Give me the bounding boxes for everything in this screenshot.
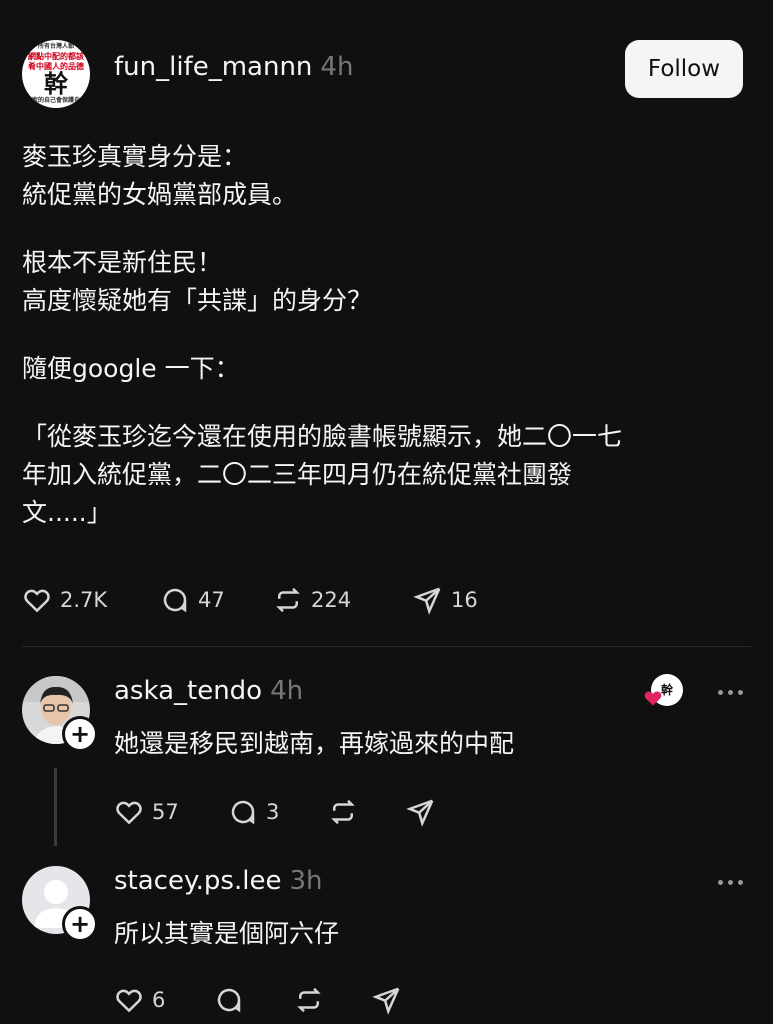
post-line: 文.....」: [22, 498, 112, 527]
share-button[interactable]: [406, 797, 436, 827]
like-count: 6: [152, 988, 166, 1012]
share-button[interactable]: [372, 985, 402, 1015]
comment-button[interactable]: 3: [228, 797, 328, 827]
post-paragraph: 麥玉珍真實身分是： 統促黨的女媧黨部成員。: [22, 138, 742, 214]
post-action-bar: 2.7K 47 224 16: [22, 585, 478, 615]
author-info: fun_life_mannn 4h: [114, 52, 353, 82]
comment-count: 3: [266, 800, 280, 824]
post-paragraph: 根本不是新住民！ 高度懷疑她有「共諜」的身分？: [22, 244, 742, 320]
avatar-text-5: 國家的自己會保護自己: [25, 97, 86, 104]
repost-button[interactable]: [328, 797, 406, 827]
repost-button[interactable]: [294, 985, 372, 1015]
post-line: 高度懷疑她有「共諜」的身分？: [22, 286, 373, 315]
avatar-text-2: 網點中配的都該: [28, 52, 84, 61]
author-avatar[interactable]: 所有台灣人都 網點中配的都該 肴中國人的品德 幹 國家的自己會保護自己: [22, 40, 90, 108]
comment-count: 47: [198, 588, 225, 612]
divider: [22, 646, 751, 647]
thread-line: [54, 768, 57, 846]
heart-icon: [116, 801, 142, 825]
avatar-text-4: 幹: [44, 70, 68, 98]
repost-icon: [297, 987, 321, 1013]
comment-button[interactable]: 47: [160, 585, 273, 615]
post-paragraph: 「從麥玉珍迄今還在使用的臉書帳號顯示，她二〇一七 年加入統促黨，二〇二三年四月仍…: [22, 418, 742, 532]
send-icon: [406, 799, 434, 827]
more-options-icon[interactable]: [718, 880, 743, 885]
follow-plus-icon[interactable]: +: [62, 906, 98, 942]
reply-text: 所以其實是個阿六仔: [114, 919, 340, 948]
avatar-text-1: 所有台灣人都: [37, 43, 74, 50]
post-paragraph: 隨便google 一下：: [22, 350, 742, 388]
post-time: 4h: [320, 52, 354, 82]
repost-count: 224: [311, 588, 352, 612]
heart-icon: [116, 989, 142, 1013]
reply-author-info: stacey.ps.lee 3h: [114, 866, 322, 896]
like-button[interactable]: 2.7K: [22, 585, 160, 615]
heart-icon: [24, 589, 50, 613]
reply-username[interactable]: aska_tendo: [114, 676, 262, 706]
post-line: 隨便google 一下：: [22, 354, 240, 383]
post-body: 麥玉珍真實身分是： 統促黨的女媧黨部成員。 根本不是新住民！ 高度懷疑她有「共諜…: [22, 138, 742, 562]
like-count: 57: [152, 800, 179, 824]
repost-icon: [276, 587, 300, 613]
more-options-icon[interactable]: [718, 690, 743, 695]
like-button[interactable]: 6: [114, 985, 214, 1015]
follow-button[interactable]: Follow: [625, 40, 743, 98]
heart-icon: [644, 691, 662, 706]
comment-button[interactable]: [214, 985, 294, 1015]
post-line: 麥玉珍真實身分是：: [22, 142, 248, 171]
like-count: 2.7K: [60, 588, 108, 612]
reply-time: 3h: [289, 866, 323, 896]
follow-plus-icon[interactable]: +: [62, 716, 98, 752]
comment-icon: [231, 800, 255, 825]
reply-author-info: aska_tendo 4h: [114, 676, 303, 706]
post-line: 「從麥玉珍迄今還在使用的臉書帳號顯示，她二〇一七: [22, 422, 623, 451]
repost-icon: [331, 799, 355, 825]
reply-item: + stacey.ps.lee 3h 所以其實是個阿六仔: [22, 866, 751, 948]
share-count: 16: [451, 588, 478, 612]
author-liked-indicator: 幹: [644, 674, 687, 710]
post-line: 年加入統促黨，二〇二三年四月仍在統促黨社團發: [22, 460, 573, 489]
reply-action-bar: 57 3: [114, 797, 436, 827]
like-button[interactable]: 57: [114, 797, 228, 827]
reply-text: 她還是移民到越南，再嫁過來的中配: [114, 729, 515, 758]
post-line: 根本不是新住民！: [22, 248, 223, 277]
comment-icon: [163, 588, 187, 613]
share-button[interactable]: 16: [413, 585, 478, 615]
reply-username[interactable]: stacey.ps.lee: [114, 866, 281, 896]
reply-item: + aska_tendo 4h 她還是移民到越南，再嫁過來的中配 幹: [22, 674, 751, 758]
repost-button[interactable]: 224: [273, 585, 413, 615]
reply-action-bar: 6: [114, 985, 402, 1015]
author-username[interactable]: fun_life_mannn: [114, 52, 312, 82]
post-header: 所有台灣人都 網點中配的都該 肴中國人的品德 幹 國家的自己會保護自己 fun_…: [22, 38, 743, 108]
comment-icon: [217, 988, 241, 1013]
post-line: 統促黨的女媧黨部成員。: [22, 180, 298, 209]
send-icon: [372, 987, 400, 1015]
send-icon: [413, 587, 441, 615]
reply-time: 4h: [270, 676, 304, 706]
